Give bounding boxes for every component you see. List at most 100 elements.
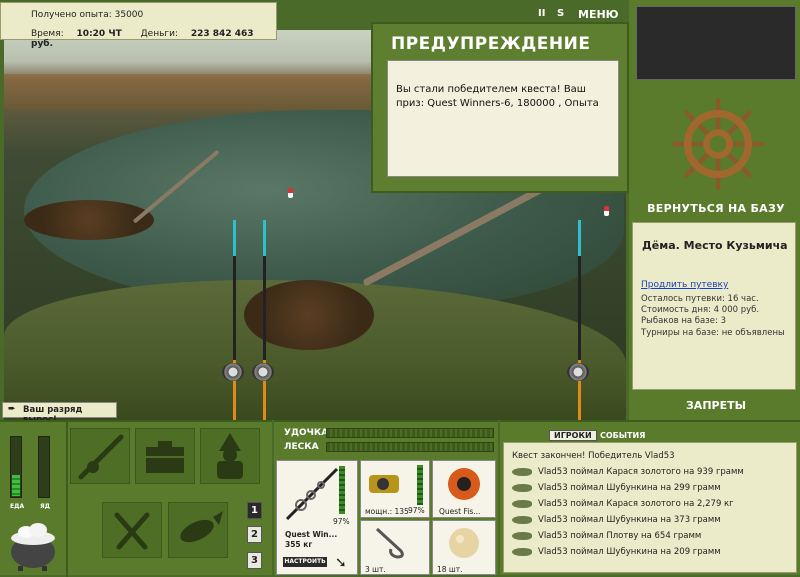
hook-count: 3 шт. <box>365 565 386 574</box>
fish-tile[interactable] <box>168 502 228 558</box>
page-button-1[interactable]: 1 <box>247 502 262 519</box>
base-line: Осталось путевки: 16 час. <box>641 294 759 304</box>
food-label: ЕДА <box>10 503 25 510</box>
time-money-row: Время: 10:20 ЧТ Деньги: 223 842 463 руб. <box>31 29 276 49</box>
reel-icon <box>222 363 244 381</box>
rod-icon <box>285 467 339 521</box>
fish-icon <box>512 483 532 492</box>
player-info: Получено опыта: 35000 Время: 10:20 ЧТ Де… <box>0 2 277 49</box>
exp-value: 35000 <box>114 10 144 20</box>
arrow-icon: ➨ <box>8 404 16 414</box>
exp-label: Получено опыта: <box>31 10 112 20</box>
fish-icon <box>512 467 532 476</box>
tab-players[interactable]: ИГРОКИ <box>549 430 597 441</box>
tackle-box-icon <box>146 441 184 473</box>
rod-icon <box>78 434 124 480</box>
back-to-base-button[interactable]: ВЕРНУТЬСЯ НА БАЗУ <box>636 202 796 215</box>
reel-wear-meter <box>417 465 423 505</box>
fish-icon <box>512 531 532 540</box>
page-button-2[interactable]: 2 <box>247 526 262 543</box>
line-slot[interactable]: Quest Fis... <box>432 460 496 518</box>
fish-icon <box>180 511 223 543</box>
food-fill <box>12 475 20 496</box>
divider <box>66 422 68 577</box>
line-label: ЛЕСКА <box>284 442 319 452</box>
log-entry: Vlad53 поймал Плотву на 654 грамм <box>512 531 701 541</box>
event-log: Квест закончен! Победитель Vlad53 Vlad53… <box>503 442 797 573</box>
cauldron-icon[interactable] <box>6 514 60 572</box>
line-name: Quest Fis... <box>439 507 481 516</box>
rod-1[interactable] <box>233 220 236 420</box>
exp-row: Получено опыта: 35000 <box>31 10 143 20</box>
log-header: Квест закончен! Победитель Vlad53 <box>512 451 675 461</box>
log-entry-text: Vlad53 поймал Шубункина на 209 грамм <box>538 547 721 557</box>
setup-button[interactable]: НАСТРОИТЬ <box>283 557 327 567</box>
log-entry: Vlad53 поймал Шубункина на 299 грамм <box>512 483 721 493</box>
money-label: Деньги: <box>140 29 178 39</box>
bans-button[interactable]: ЗАПРЕТЫ <box>636 399 796 412</box>
rod-3[interactable] <box>578 220 581 420</box>
rod-2[interactable] <box>263 220 266 420</box>
log-entry-text: Vlad53 поймал Шубункина на 299 грамм <box>538 483 721 493</box>
tackle-box-tile[interactable] <box>135 428 195 484</box>
reel-icon <box>369 475 399 493</box>
log-entry: Vlad53 поймал Карася золотого на 2,279 к… <box>512 499 734 509</box>
rod-name: Quest Win... <box>285 530 338 539</box>
line-bar <box>326 442 494 452</box>
rank-up-notice[interactable]: ➨ Ваш разряд вырос! <box>2 402 117 425</box>
minimap <box>636 6 796 80</box>
warning-dialog: ПРЕДУПРЕЖДЕНИЕ Вы стали победителем квес… <box>371 22 629 193</box>
fisherman-tile[interactable] <box>200 428 260 484</box>
extend-link[interactable]: Продлить путевку <box>641 280 728 290</box>
rod-wear-meter <box>339 466 345 514</box>
fish-icon <box>512 547 532 556</box>
time-value: 10:20 ЧТ <box>76 29 122 39</box>
base-line: Турниры на базе: не объявлены <box>641 328 785 338</box>
rod-pct: 97% <box>333 517 350 526</box>
pause-button[interactable]: II <box>538 8 545 19</box>
inventory-panel: ЕДА ЯД 1 2 3 <box>0 420 272 577</box>
float-icon <box>288 188 293 198</box>
poison-label: ЯД <box>40 503 50 510</box>
log-entry-text: Vlad53 поймал Плотву на 654 грамм <box>538 531 702 541</box>
warning-message: Вы стали победителем квеста! Ваш приз: Q… <box>387 60 619 177</box>
time-label: Время: <box>31 29 64 39</box>
base-info-panel: Дёма. Место Кузьмича Продлить путевку Ос… <box>632 222 796 390</box>
warning-title: ПРЕДУПРЕЖДЕНИЕ <box>391 34 591 54</box>
fish-icon <box>512 515 532 524</box>
tackle-panel: УДОЧКА ЛЕСКА 97% Quest Win... 355 кг НАС… <box>274 420 498 575</box>
rod-weight: 355 кг <box>285 540 313 549</box>
reel-power: мощн.: 135 <box>365 507 409 516</box>
bait-count: 18 шт. <box>437 565 463 574</box>
hook-slot[interactable]: 3 шт. <box>360 520 430 575</box>
float-icon <box>604 206 609 216</box>
line-spool-icon <box>448 468 480 500</box>
base-line: Стоимость дня: 4 000 руб. <box>641 305 760 315</box>
log-entry-text: Vlad53 поймал Шубункина на 373 грамм <box>538 515 721 525</box>
page-button-3[interactable]: 3 <box>247 552 262 569</box>
knife-fork-icon <box>114 512 150 550</box>
food-meter <box>10 436 22 498</box>
base-line: Рыбаков на базе: 3 <box>641 316 726 326</box>
sound-button[interactable]: S <box>557 8 564 19</box>
reel-icon <box>567 363 589 381</box>
food-tile[interactable] <box>102 502 162 558</box>
bait-dough-icon <box>449 528 479 558</box>
fish-icon <box>512 499 532 508</box>
hook-icon <box>375 527 404 559</box>
log-entry: Vlad53 поймал Карася золотого на 939 гра… <box>512 467 744 477</box>
menu-button[interactable]: МЕНЮ <box>578 8 619 21</box>
rod-bar <box>326 428 494 438</box>
log-entry-text: Vlad53 поймал Карася золотого на 2,279 к… <box>538 499 734 509</box>
resize-arrow-icon[interactable]: ➘ <box>335 555 347 571</box>
rods-tile[interactable] <box>70 428 130 484</box>
rod-slot[interactable]: 97% Quest Win... 355 кг НАСТРОИТЬ ➘ <box>276 460 358 575</box>
base-name: Дёма. Место Кузьмича <box>642 239 788 252</box>
fisherman-icon <box>217 433 243 479</box>
rod-label: УДОЧКА <box>284 428 329 438</box>
bait-slot[interactable]: 18 шт. <box>432 520 496 575</box>
log-entry-text: Vlad53 поймал Карася золотого на 939 гра… <box>538 467 744 477</box>
tab-events[interactable]: СОБЫТИЯ <box>600 431 645 440</box>
ship-wheel-icon[interactable] <box>672 98 764 190</box>
log-entry: Vlad53 поймал Шубункина на 373 грамм <box>512 515 721 525</box>
